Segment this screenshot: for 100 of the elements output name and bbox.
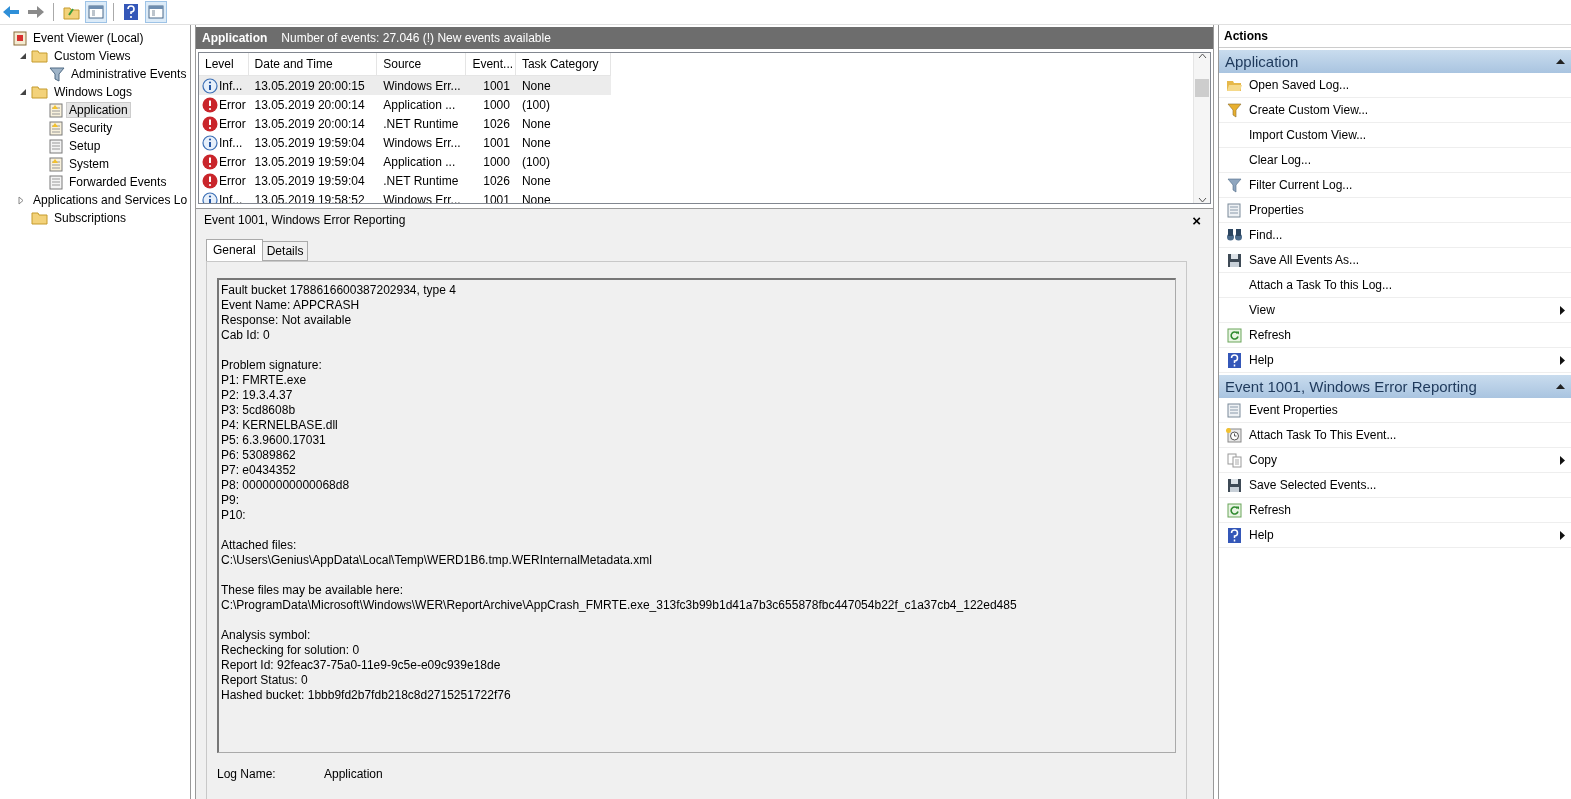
detail-title: Event 1001, Windows Error Reporting [204,213,406,227]
description-line: C:\ProgramData\Microsoft\Windows\WER\ReportArchive\AppCrash_FMRTE.exe_313fc3b99b1d41a7b3c655878fbc447054b22f_c1a37cb4_122ed485 [221,598,1018,613]
tree-item[interactable]: Subscriptions [51,210,130,226]
close-button[interactable]: × [1188,211,1205,229]
toolbar-button[interactable] [145,1,167,23]
description-line: Analysis symbol: [221,628,312,643]
log-icon [49,120,63,136]
event-row[interactable]: Inf... 13.05.2019 20:00:15 Windows Err... 1001 None [199,76,611,95]
tree-item[interactable]: Event Viewer (Local) [30,30,147,46]
action-item[interactable]: Properties [1219,198,1571,223]
description-line: Problem signature: [221,358,323,373]
column-header[interactable]: Level [199,53,249,75]
action-label: Find... [1249,228,1284,242]
description-line: Report Id: 92feac37-75a0-11e9-9c5e-e09c939e18de [221,658,502,673]
back-arrow-icon [2,5,20,19]
description-line: P2: 19.3.4.37 [221,388,294,403]
column-header[interactable]: Date and Time [248,53,378,75]
actions-title: Actions [1219,25,1571,48]
level-text: Inf... [219,135,243,150]
event-row[interactable]: Inf... 13.05.2019 19:58:52 Windows Err... 1001 None [199,190,611,203]
collapse-caret-icon[interactable] [1556,59,1565,64]
action-label: Help [1249,528,1275,542]
pane-icon [148,5,164,19]
action-item[interactable]: Save All Events As... [1219,248,1571,273]
description-line: P10: [221,508,247,523]
action-item[interactable]: Attach a Task To this Log... [1219,273,1571,298]
tree-item[interactable]: Application [66,102,131,118]
action-item[interactable]: Filter Current Log... [1219,173,1571,198]
scroll-down-icon[interactable] [1197,197,1207,203]
event-id-cell-text: 1000 [482,154,511,169]
section-header[interactable]: Event 1001, Windows Error Reporting [1219,375,1571,398]
expanded-icon[interactable] [19,88,27,96]
action-item[interactable]: Open Saved Log... [1219,73,1571,98]
info-icon [202,134,218,151]
refresh-icon [1226,502,1242,518]
scroll-thumb[interactable] [1195,79,1209,97]
event-row[interactable]: Inf... 13.05.2019 19:59:04 Windows Err... 1001 None [199,133,611,152]
tree-item[interactable]: Forwarded Events [66,174,170,190]
action-label: Import Custom View... [1249,128,1368,142]
tree-item[interactable]: System [66,156,112,172]
action-item[interactable]: Attach Task To This Event... [1219,423,1571,448]
level-text: Error [219,173,246,188]
tree-item[interactable]: Administrative Events [68,66,190,82]
action-label: Refresh [1249,503,1293,517]
event-row[interactable]: Error 13.05.2019 20:00:14 Application ... 1000 (100) [199,95,611,114]
error-icon [202,115,218,132]
description-line: P4: KERNELBASE.dll [221,418,339,433]
action-item[interactable]: Save Selected Events... [1219,473,1571,498]
section-title: Application [1225,53,1299,70]
description-line: Attached files: [221,538,298,553]
section-header[interactable]: Application [1219,50,1571,73]
tree-item[interactable]: Windows Logs [51,84,136,100]
action-label: Refresh [1249,328,1293,342]
tree-item[interactable]: Setup [66,138,104,154]
error-icon [202,96,218,113]
collapse-caret-icon[interactable] [1556,384,1565,389]
event-row[interactable]: Error 13.05.2019 19:59:04 .NET Runtime 1026 None [199,171,611,190]
date-cell-text: 13.05.2019 20:00:14 [253,97,366,112]
action-item[interactable]: View [1219,298,1571,323]
source-cell-text: Application ... [382,154,457,169]
action-item[interactable]: Help [1219,523,1571,548]
description-line: P5: 6.3.9600.17031 [221,433,327,448]
collapsed-icon[interactable] [18,195,24,205]
column-header[interactable]: Event... [466,53,516,75]
description-line: P1: FMRTE.exe [221,373,308,388]
event-id-cell-text: 1001 [482,192,511,203]
log-icon [49,102,63,118]
action-item[interactable]: Find... [1219,223,1571,248]
action-label: Attach a Task To this Log... [1249,278,1393,292]
funnel-icon [1226,177,1242,193]
action-item[interactable]: Create Custom View... [1219,98,1571,123]
expanded-icon[interactable] [19,52,27,60]
description-line: C:\Users\Genius\AppData\Local\Temp\WERD1B6.tmp.WERInternalMetadata.xml [221,553,653,568]
action-item[interactable]: Import Custom View... [1219,123,1571,148]
column-header[interactable]: Source [377,53,467,75]
action-item[interactable]: Refresh [1219,498,1571,523]
tree-item[interactable]: Applications and Services Lo [30,192,190,208]
scroll-up-icon[interactable] [1197,53,1207,59]
field-label: Log Name: [217,767,277,781]
tab[interactable]: General [206,239,263,261]
tree-item[interactable]: Custom Views [51,48,134,64]
action-item[interactable]: Copy [1219,448,1571,473]
action-item[interactable]: Refresh [1219,323,1571,348]
tab[interactable]: Details [261,241,309,261]
action-label: View [1249,303,1276,317]
action-item[interactable]: Event Properties [1219,398,1571,423]
action-item[interactable]: Help [1219,348,1571,373]
event-row[interactable]: Error 13.05.2019 19:59:04 Application ... 1000 (100) [199,152,611,171]
column-header[interactable]: Task Category [515,53,611,75]
action-item[interactable]: Clear Log... [1219,148,1571,173]
tree-item[interactable]: Security [66,120,116,136]
info-icon [202,191,218,203]
toolbar-button[interactable] [85,1,107,23]
date-cell-text: 13.05.2019 19:59:04 [253,154,366,169]
event-row[interactable]: Error 13.05.2019 20:00:14 .NET Runtime 1026 None [199,114,611,133]
description-line: Cab Id: 0 [221,328,271,343]
refresh-icon [1226,327,1242,343]
action-label: Help [1249,353,1275,367]
level-text: Error [219,116,246,131]
description-line: P8: 00000000000068d8 [221,478,351,493]
